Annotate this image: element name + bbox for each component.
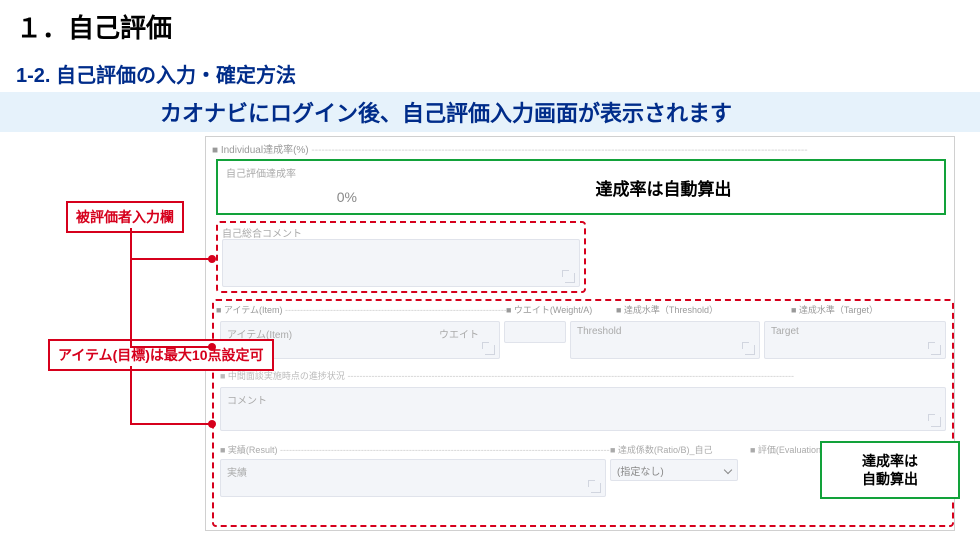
expand-icon xyxy=(745,345,755,355)
connector-line xyxy=(130,258,212,260)
weight-input[interactable] xyxy=(504,321,566,343)
mid-progress-header: ■ 中間面談実施時点の進捗状況 ------------------------… xyxy=(220,369,946,382)
section-header-label: ■ Individual達成率(%) xyxy=(212,145,309,156)
comment-placeholder: コメント xyxy=(227,392,267,407)
chevron-down-icon xyxy=(724,466,732,474)
info-banner: カオナビにログイン後、自己評価入力画面が表示されます xyxy=(0,92,980,132)
page-title: １．自己評価 xyxy=(0,0,980,45)
hdr-ratio-label: ■ 達成係数(Ratio/B)_自己 xyxy=(610,443,750,456)
self-comment-textarea[interactable] xyxy=(222,239,580,287)
expand-icon xyxy=(931,417,941,427)
threshold-placeholder: Threshold xyxy=(577,326,621,337)
connector-line xyxy=(130,423,212,425)
expand-icon xyxy=(931,345,941,355)
result-placeholder: 実績 xyxy=(227,464,247,479)
connector-dot xyxy=(208,255,216,263)
ratio-select[interactable]: (指定なし) xyxy=(610,459,738,481)
target-placeholder: Target xyxy=(771,326,799,337)
expand-icon xyxy=(591,483,601,493)
item-input-row: アイテム(Item) ウエイト Threshold Target xyxy=(220,321,946,361)
auto-rate-note-2: 達成率は 自動算出 xyxy=(862,452,918,488)
auto-rate-box-2: 達成率は 自動算出 xyxy=(820,441,960,499)
auto-rate-box: 自己評価達成率 0% 達成率は自動算出 xyxy=(216,159,946,215)
result-textarea[interactable]: 実績 xyxy=(220,459,606,497)
self-comment-label: 自己総合コメント xyxy=(222,225,302,240)
ratio-select-value: (指定なし) xyxy=(617,467,664,478)
auto-rate-field-label: 自己評価達成率 xyxy=(226,165,375,180)
hdr-target-label: ■ 達成水準（Target） xyxy=(791,305,878,315)
hdr-threshold-label: ■ 達成水準（Threshold） xyxy=(616,305,718,315)
connector-dot xyxy=(208,343,216,351)
callout-evaluee-input: 被評価者入力欄 xyxy=(66,201,184,233)
connector-line xyxy=(130,346,212,348)
weight-inline-label: ウエイト xyxy=(439,326,479,341)
auto-rate-note: 達成率は自動算出 xyxy=(383,161,944,213)
connector-line xyxy=(130,228,132,258)
hdr-weight-label: ■ ウエイト(Weight/A) xyxy=(506,305,592,315)
threshold-textarea[interactable]: Threshold xyxy=(570,321,760,359)
section-header-individual: ■ Individual達成率(%) ---------------------… xyxy=(206,137,954,156)
connector-dot xyxy=(208,420,216,428)
expand-icon xyxy=(565,273,575,283)
dash-fill: ----------------------------------------… xyxy=(309,145,808,156)
form-panel: ■ Individual達成率(%) ---------------------… xyxy=(205,136,955,531)
expand-icon xyxy=(485,345,495,355)
auto-rate-value: 0% xyxy=(226,189,375,209)
page-subtitle: 1-2. 自己評価の入力・確定方法 xyxy=(0,45,980,92)
connector-line xyxy=(130,366,132,423)
target-textarea[interactable]: Target xyxy=(764,321,946,359)
callout-item-max: アイテム(目標)は最大10点設定可 xyxy=(48,339,274,371)
comment-textarea[interactable]: コメント xyxy=(220,387,946,431)
hdr-item-label: ■ アイテム(Item) xyxy=(216,305,283,315)
connector-line xyxy=(130,258,132,346)
item-row-headers: ■ アイテム(Item) ---------------------------… xyxy=(216,303,946,317)
hdr-result-label: ■ 実績(Result) xyxy=(220,445,277,455)
